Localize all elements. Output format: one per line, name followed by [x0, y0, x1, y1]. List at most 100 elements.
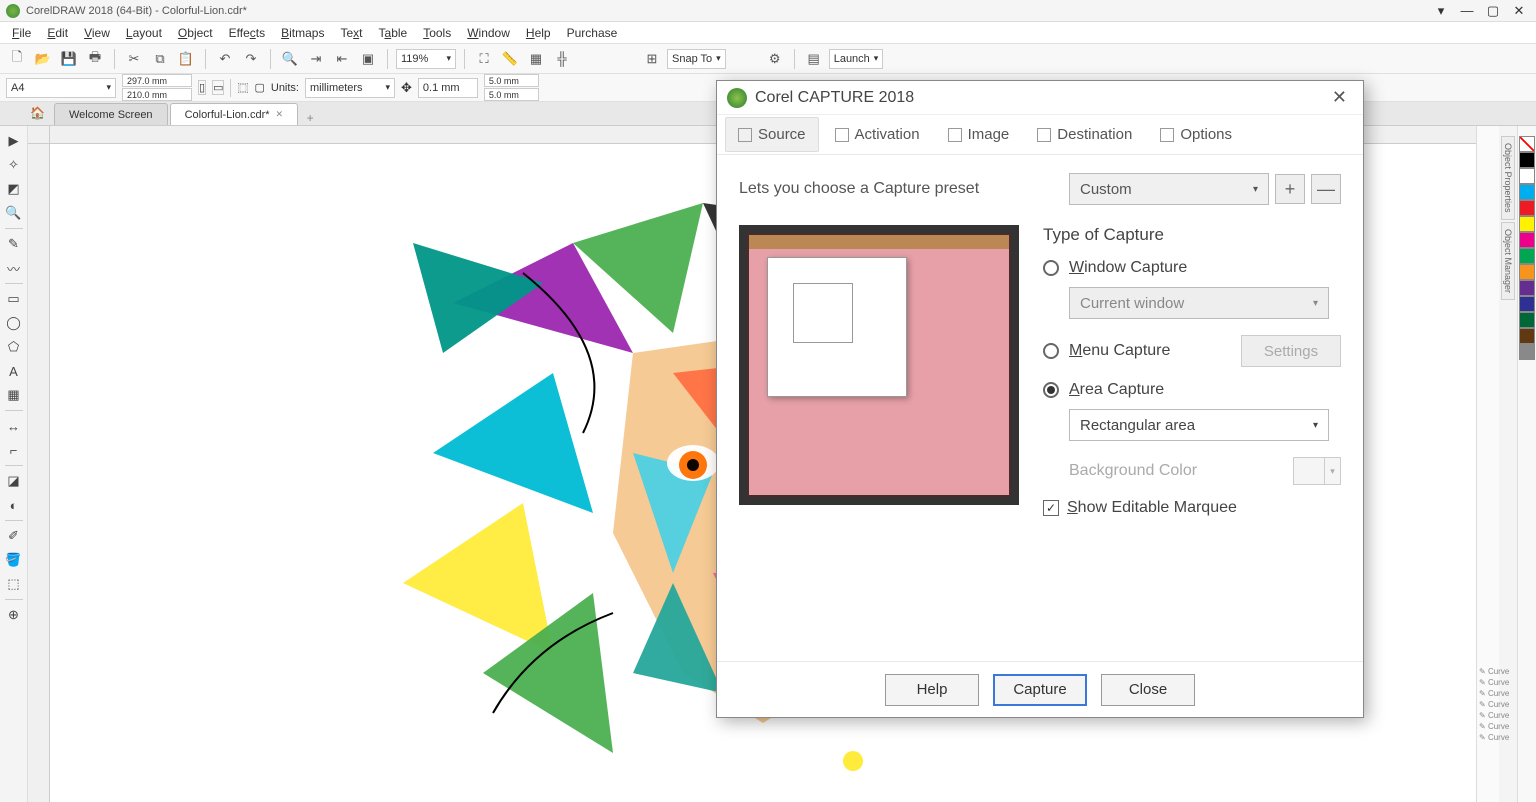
drop-shadow-icon[interactable]: ◪	[3, 470, 25, 492]
list-item[interactable]: ✎ Curve	[1477, 732, 1499, 743]
menu-file[interactable]: File	[4, 24, 39, 42]
launch-icon[interactable]: ▤	[803, 48, 825, 70]
cut-icon[interactable]: ✂	[123, 48, 145, 70]
dialog-titlebar[interactable]: Corel CAPTURE 2018 ✕	[717, 81, 1363, 115]
color-swatch[interactable]	[1519, 312, 1535, 328]
close-button[interactable]: Close	[1101, 674, 1195, 706]
tab-source[interactable]: Source	[725, 117, 819, 152]
color-swatch[interactable]	[1519, 264, 1535, 280]
menu-object[interactable]: Object	[170, 24, 221, 42]
remove-preset-button[interactable]: —	[1311, 174, 1341, 204]
units-dropdown[interactable]: millimeters▾	[305, 78, 395, 98]
color-swatch[interactable]	[1519, 200, 1535, 216]
menu-table[interactable]: Table	[371, 24, 416, 42]
menu-view[interactable]: View	[76, 24, 118, 42]
polygon-tool-icon[interactable]: ⬠	[3, 336, 25, 358]
tab-options[interactable]: Options	[1148, 118, 1244, 151]
ribbon-arrow-icon[interactable]: ▾	[1430, 3, 1452, 19]
pick-tool-icon[interactable]: ▶	[3, 130, 25, 152]
tab-welcome[interactable]: Welcome Screen	[54, 103, 168, 125]
color-swatch[interactable]	[1519, 280, 1535, 296]
duplicate-x[interactable]: 5.0 mm	[484, 74, 539, 87]
menu-text[interactable]: Text	[332, 24, 370, 42]
print-icon[interactable]: 🖶	[84, 48, 106, 70]
area-type-dropdown[interactable]: Rectangular area▾	[1069, 409, 1329, 441]
menu-edit[interactable]: Edit	[39, 24, 76, 42]
redo-icon[interactable]: ↷	[240, 48, 262, 70]
dialog-close-icon[interactable]: ✕	[1326, 85, 1353, 110]
ellipse-tool-icon[interactable]: ◯	[3, 312, 25, 334]
outline-tool-icon[interactable]: ⬚	[3, 573, 25, 595]
dimension-tool-icon[interactable]: ↔	[3, 415, 25, 437]
tab-destination[interactable]: Destination	[1025, 118, 1144, 151]
color-swatch[interactable]	[1519, 328, 1535, 344]
list-item[interactable]: ✎ Curve	[1477, 666, 1499, 677]
save-icon[interactable]: 💾	[58, 48, 80, 70]
new-icon[interactable]: 🗋	[6, 48, 28, 70]
menu-effects[interactable]: Effects	[221, 24, 273, 42]
add-preset-button[interactable]: +	[1275, 174, 1305, 204]
open-icon[interactable]: 📂	[32, 48, 54, 70]
copy-icon[interactable]: ⧉	[149, 48, 171, 70]
snap-to-dropdown[interactable]: Snap To ▾	[667, 49, 726, 69]
home-icon[interactable]: 🏠	[30, 106, 46, 122]
options-icon[interactable]: ⚙	[764, 48, 786, 70]
minimize-button[interactable]: —	[1456, 3, 1478, 19]
pan-tool-icon[interactable]: ⊕	[3, 604, 25, 626]
import-icon[interactable]: ⇥	[305, 48, 327, 70]
show-marquee-label[interactable]: Show Editable Marquee	[1067, 499, 1237, 517]
page-height[interactable]: 210.0 mm	[122, 88, 192, 101]
freehand-tool-icon[interactable]: ✎	[3, 233, 25, 255]
area-capture-label[interactable]: Area Capture	[1069, 381, 1164, 399]
duplicate-y[interactable]: 5.0 mm	[484, 88, 539, 101]
maximize-button[interactable]: ▢	[1482, 3, 1504, 19]
menu-purchase[interactable]: Purchase	[559, 24, 626, 42]
grid-icon[interactable]: ▦	[525, 48, 547, 70]
nudge-distance[interactable]: 0.1 mm	[418, 78, 478, 98]
paper-size-dropdown[interactable]: A4▾	[6, 78, 116, 98]
color-swatch[interactable]	[1519, 248, 1535, 264]
radio-area-capture[interactable]	[1043, 382, 1059, 398]
list-item[interactable]: ✎ Curve	[1477, 699, 1499, 710]
portrait-icon[interactable]: ▯	[198, 80, 206, 95]
rectangle-tool-icon[interactable]: ▭	[3, 288, 25, 310]
no-color-swatch[interactable]	[1519, 136, 1535, 152]
text-tool-icon[interactable]: A	[3, 360, 25, 382]
color-swatch[interactable]	[1519, 232, 1535, 248]
color-swatch[interactable]	[1519, 344, 1535, 360]
tab-image[interactable]: Image	[936, 118, 1022, 151]
page-width[interactable]: 297.0 mm	[122, 74, 192, 87]
zoom-tool-icon[interactable]: 🔍	[3, 202, 25, 224]
menu-window[interactable]: Window	[459, 24, 518, 42]
window-capture-label[interactable]: Window Capture	[1069, 259, 1187, 277]
capture-button[interactable]: Capture	[993, 674, 1087, 706]
list-item[interactable]: ✎ Curve	[1477, 677, 1499, 688]
close-tab-icon[interactable]: ✕	[276, 109, 284, 120]
guides-icon[interactable]: ╬	[551, 48, 573, 70]
transparency-icon[interactable]: ◐	[3, 494, 25, 516]
all-pages-icon[interactable]: ⿴	[237, 80, 248, 96]
menu-help[interactable]: Help	[518, 24, 559, 42]
close-button[interactable]: ✕	[1508, 3, 1530, 19]
color-swatch[interactable]	[1519, 184, 1535, 200]
color-swatch[interactable]	[1519, 216, 1535, 232]
help-button[interactable]: Help	[885, 674, 979, 706]
radio-menu-capture[interactable]	[1043, 343, 1059, 359]
list-item[interactable]: ✎ Curve	[1477, 688, 1499, 699]
list-item[interactable]: ✎ Curve	[1477, 721, 1499, 732]
search-icon[interactable]: 🔍	[279, 48, 301, 70]
paste-icon[interactable]: 📋	[175, 48, 197, 70]
docker-object-manager[interactable]: Object Manager	[1501, 222, 1515, 300]
radio-window-capture[interactable]	[1043, 260, 1059, 276]
tab-activation[interactable]: Activation	[823, 118, 932, 151]
color-swatch[interactable]	[1519, 168, 1535, 184]
artistic-media-icon[interactable]: 〰	[3, 257, 25, 279]
checkbox-show-marquee[interactable]: ✓	[1043, 500, 1059, 516]
landscape-icon[interactable]: ▭	[212, 80, 224, 95]
menu-tools[interactable]: Tools	[415, 24, 459, 42]
publish-icon[interactable]: ▣	[357, 48, 379, 70]
list-item[interactable]: ✎ Curve	[1477, 710, 1499, 721]
connector-tool-icon[interactable]: ⌐	[3, 439, 25, 461]
menu-bitmaps[interactable]: Bitmaps	[273, 24, 332, 42]
menu-layout[interactable]: Layout	[118, 24, 170, 42]
